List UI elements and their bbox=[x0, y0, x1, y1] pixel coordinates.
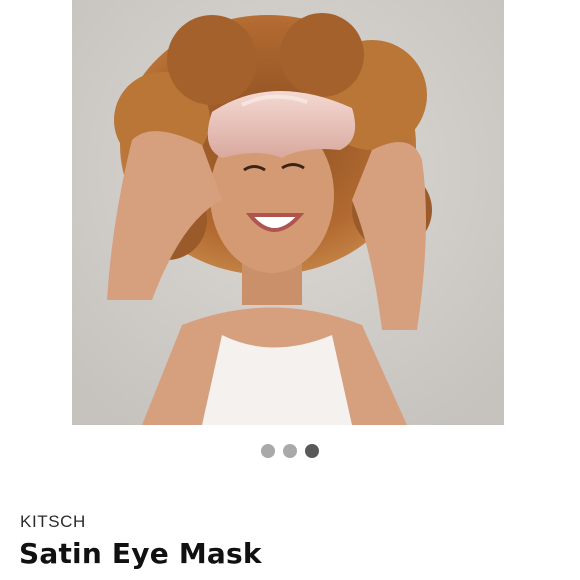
product-title: Satin Eye Mask bbox=[19, 537, 262, 570]
product-photo bbox=[72, 0, 504, 425]
product-page: KITSCH Satin Eye Mask bbox=[0, 0, 580, 580]
carousel-pagination bbox=[0, 443, 580, 459]
product-image-carousel[interactable] bbox=[72, 0, 504, 425]
product-brand[interactable]: KITSCH bbox=[20, 512, 86, 532]
carousel-dot-3-active[interactable] bbox=[305, 444, 319, 458]
carousel-dot-2[interactable] bbox=[283, 444, 297, 458]
carousel-dot-1[interactable] bbox=[261, 444, 275, 458]
